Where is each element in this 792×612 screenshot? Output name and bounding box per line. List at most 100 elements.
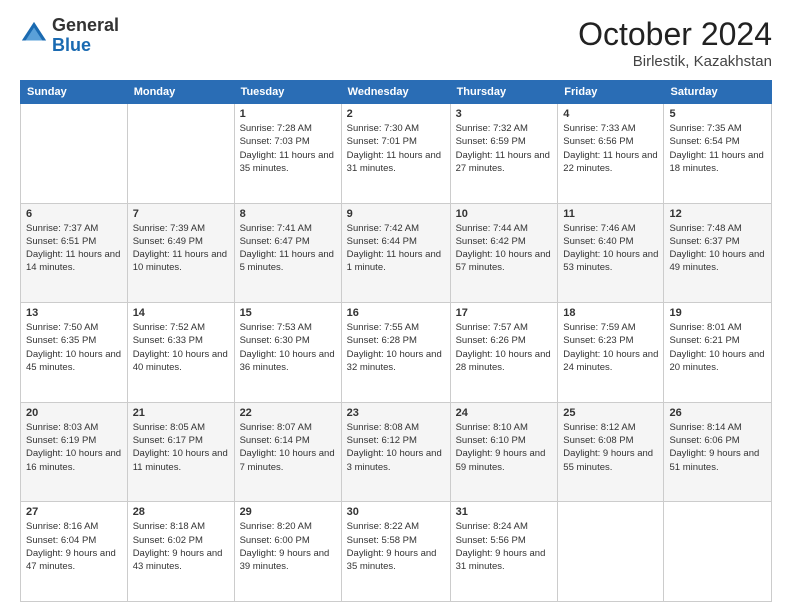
day-detail: Sunrise: 7:53 AMSunset: 6:30 PMDaylight:… <box>240 322 335 373</box>
header: General Blue October 2024 Birlestik, Kaz… <box>20 16 772 70</box>
day-number: 24 <box>456 407 553 419</box>
day-detail: Sunrise: 8:01 AMSunset: 6:21 PMDaylight:… <box>669 322 764 373</box>
calendar-cell: 22 Sunrise: 8:07 AMSunset: 6:14 PMDayligh… <box>234 402 341 502</box>
calendar-cell: 2 Sunrise: 7:30 AMSunset: 7:01 PMDaylight… <box>341 104 450 204</box>
day-detail: Sunrise: 8:24 AMSunset: 5:56 PMDaylight:… <box>456 521 546 572</box>
calendar-cell: 3 Sunrise: 7:32 AMSunset: 6:59 PMDaylight… <box>450 104 558 204</box>
calendar-cell: 8Sunrise: 7:41 AMSunset: 6:47 PMDaylight… <box>234 203 341 303</box>
day-detail: Sunrise: 7:46 AMSunset: 6:40 PMDaylight:… <box>563 223 658 274</box>
day-number: 29 <box>240 506 336 518</box>
day-number: 15 <box>240 307 336 319</box>
col-sunday: Sunday <box>21 81 128 104</box>
week-row-2: 6Sunrise: 7:37 AMSunset: 6:51 PMDaylight… <box>21 203 772 303</box>
calendar-cell <box>558 502 664 602</box>
logo-general: General <box>52 16 119 36</box>
col-tuesday: Tuesday <box>234 81 341 104</box>
calendar-cell: 16Sunrise: 7:55 AMSunset: 6:28 PMDayligh… <box>341 303 450 403</box>
calendar-cell: 20Sunrise: 8:03 AMSunset: 6:19 PMDayligh… <box>21 402 128 502</box>
day-detail: Sunrise: 7:57 AMSunset: 6:26 PMDaylight:… <box>456 322 551 373</box>
calendar-cell <box>664 502 772 602</box>
day-number: 30 <box>347 506 445 518</box>
logo: General Blue <box>20 16 119 56</box>
calendar-cell: 27 Sunrise: 8:16 AMSunset: 6:04 PMDayligh… <box>21 502 128 602</box>
day-number: 25 <box>563 407 658 419</box>
calendar-cell: 19Sunrise: 8:01 AMSunset: 6:21 PMDayligh… <box>664 303 772 403</box>
day-number: 7 <box>133 208 229 220</box>
calendar-cell: 29Sunrise: 8:20 AMSunset: 6:00 PMDayligh… <box>234 502 341 602</box>
day-number: 18 <box>563 307 658 319</box>
col-thursday: Thursday <box>450 81 558 104</box>
calendar-cell: 18 Sunrise: 7:59 AMSunset: 6:23 PMDayligh… <box>558 303 664 403</box>
title-block: October 2024 Birlestik, Kazakhstan <box>578 16 772 70</box>
month-title: October 2024 <box>578 16 772 53</box>
logo-icon <box>20 20 48 48</box>
day-detail: Sunrise: 7:59 AMSunset: 6:23 PMDaylight:… <box>563 322 658 373</box>
calendar-cell: 10 Sunrise: 7:44 AMSunset: 6:42 PMDayligh… <box>450 203 558 303</box>
day-number: 23 <box>347 407 445 419</box>
day-number: 17 <box>456 307 553 319</box>
day-number: 2 <box>347 108 445 120</box>
calendar-cell: 13 Sunrise: 7:50 AMSunset: 6:35 PMDayligh… <box>21 303 128 403</box>
col-saturday: Saturday <box>664 81 772 104</box>
calendar-header-row: Sunday Monday Tuesday Wednesday Thursday… <box>21 81 772 104</box>
calendar-cell <box>21 104 128 204</box>
day-detail: Sunrise: 8:18 AMSunset: 6:02 PMDaylight:… <box>133 521 223 572</box>
calendar-cell: 11 Sunrise: 7:46 AMSunset: 6:40 PMDayligh… <box>558 203 664 303</box>
day-number: 10 <box>456 208 553 220</box>
day-number: 8 <box>240 208 336 220</box>
day-number: 12 <box>669 208 766 220</box>
day-detail: Sunrise: 7:52 AMSunset: 6:33 PMDaylight:… <box>133 322 228 373</box>
page: General Blue October 2024 Birlestik, Kaz… <box>0 0 792 612</box>
day-detail: Sunrise: 8:12 AMSunset: 6:08 PMDaylight:… <box>563 422 653 473</box>
day-number: 28 <box>133 506 229 518</box>
day-detail: Sunrise: 7:28 AMSunset: 7:03 PMDaylight:… <box>240 123 334 174</box>
day-number: 11 <box>563 208 658 220</box>
calendar-cell: 6Sunrise: 7:37 AMSunset: 6:51 PMDaylight… <box>21 203 128 303</box>
day-number: 21 <box>133 407 229 419</box>
calendar-cell <box>127 104 234 204</box>
day-detail: Sunrise: 7:42 AMSunset: 6:44 PMDaylight:… <box>347 223 441 274</box>
day-number: 22 <box>240 407 336 419</box>
day-detail: Sunrise: 7:33 AMSunset: 6:56 PMDaylight:… <box>563 123 657 174</box>
day-detail: Sunrise: 8:07 AMSunset: 6:14 PMDaylight:… <box>240 422 335 473</box>
day-number: 27 <box>26 506 122 518</box>
day-detail: Sunrise: 7:39 AMSunset: 6:49 PMDaylight:… <box>133 223 227 274</box>
calendar-cell: 1 Sunrise: 7:28 AMSunset: 7:03 PMDaylight… <box>234 104 341 204</box>
day-detail: Sunrise: 7:32 AMSunset: 6:59 PMDaylight:… <box>456 123 550 174</box>
day-detail: Sunrise: 7:48 AMSunset: 6:37 PMDaylight:… <box>669 223 764 274</box>
day-detail: Sunrise: 8:05 AMSunset: 6:17 PMDaylight:… <box>133 422 228 473</box>
day-detail: Sunrise: 8:03 AMSunset: 6:19 PMDaylight:… <box>26 422 121 473</box>
logo-text: General Blue <box>52 16 119 56</box>
day-detail: Sunrise: 8:22 AMSunset: 5:58 PMDaylight:… <box>347 521 437 572</box>
logo-blue: Blue <box>52 36 119 56</box>
day-detail: Sunrise: 8:16 AMSunset: 6:04 PMDaylight:… <box>26 521 116 572</box>
day-detail: Sunrise: 7:35 AMSunset: 6:54 PMDaylight:… <box>669 123 763 174</box>
calendar-cell: 31 Sunrise: 8:24 AMSunset: 5:56 PMDayligh… <box>450 502 558 602</box>
calendar-table: Sunday Monday Tuesday Wednesday Thursday… <box>20 80 772 602</box>
day-number: 13 <box>26 307 122 319</box>
day-detail: Sunrise: 7:50 AMSunset: 6:35 PMDaylight:… <box>26 322 121 373</box>
day-detail: Sunrise: 8:08 AMSunset: 6:12 PMDaylight:… <box>347 422 442 473</box>
calendar-cell: 12 Sunrise: 7:48 AMSunset: 6:37 PMDayligh… <box>664 203 772 303</box>
calendar-cell: 23 Sunrise: 8:08 AMSunset: 6:12 PMDayligh… <box>341 402 450 502</box>
calendar-cell: 4Sunrise: 7:33 AMSunset: 6:56 PMDaylight… <box>558 104 664 204</box>
day-number: 3 <box>456 108 553 120</box>
calendar-cell: 28 Sunrise: 8:18 AMSunset: 6:02 PMDayligh… <box>127 502 234 602</box>
col-friday: Friday <box>558 81 664 104</box>
day-number: 16 <box>347 307 445 319</box>
day-detail: Sunrise: 8:10 AMSunset: 6:10 PMDaylight:… <box>456 422 546 473</box>
calendar-cell: 25 Sunrise: 8:12 AMSunset: 6:08 PMDayligh… <box>558 402 664 502</box>
week-row-4: 20Sunrise: 8:03 AMSunset: 6:19 PMDayligh… <box>21 402 772 502</box>
week-row-3: 13 Sunrise: 7:50 AMSunset: 6:35 PMDayligh… <box>21 303 772 403</box>
calendar-cell: 30 Sunrise: 8:22 AMSunset: 5:58 PMDayligh… <box>341 502 450 602</box>
day-detail: Sunrise: 8:14 AMSunset: 6:06 PMDaylight:… <box>669 422 759 473</box>
day-detail: Sunrise: 7:44 AMSunset: 6:42 PMDaylight:… <box>456 223 551 274</box>
day-number: 31 <box>456 506 553 518</box>
calendar-cell: 9Sunrise: 7:42 AMSunset: 6:44 PMDaylight… <box>341 203 450 303</box>
day-detail: Sunrise: 7:30 AMSunset: 7:01 PMDaylight:… <box>347 123 441 174</box>
day-number: 26 <box>669 407 766 419</box>
day-number: 6 <box>26 208 122 220</box>
calendar-cell: 5Sunrise: 7:35 AMSunset: 6:54 PMDaylight… <box>664 104 772 204</box>
day-number: 1 <box>240 108 336 120</box>
calendar-cell: 24 Sunrise: 8:10 AMSunset: 6:10 PMDayligh… <box>450 402 558 502</box>
